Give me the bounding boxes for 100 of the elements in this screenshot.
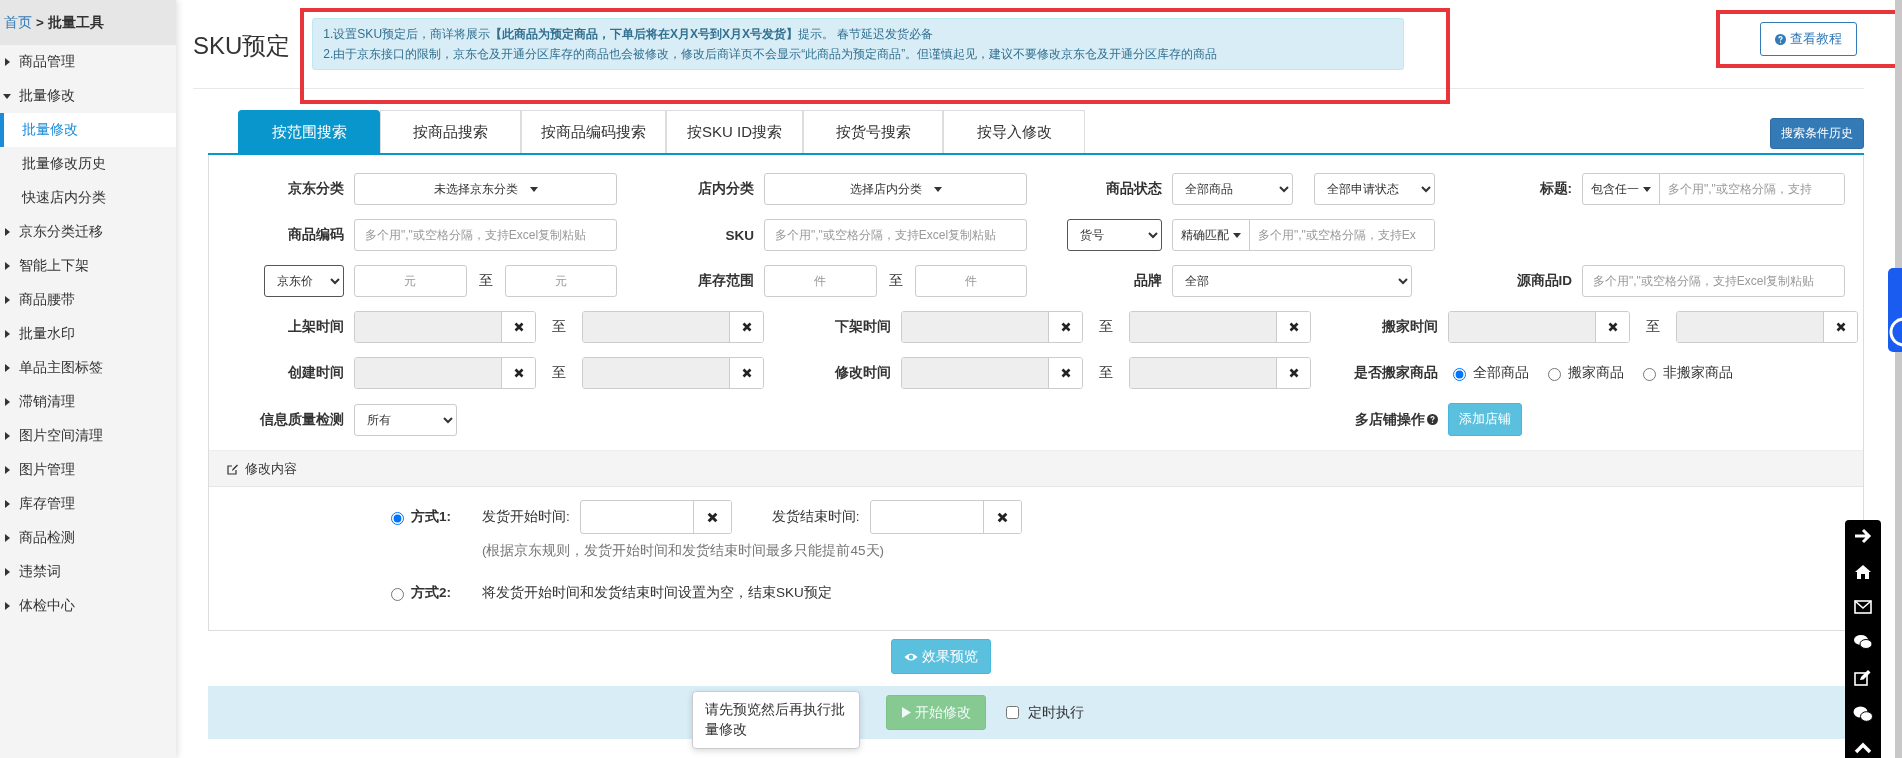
price-select[interactable]: 京东价 <box>264 265 344 297</box>
sidebar-item[interactable]: 违禁词 <box>0 555 176 589</box>
chat-bubbles-icon[interactable] <box>1853 706 1873 722</box>
option-label[interactable]: 非搬家商品 <box>1663 364 1733 382</box>
date-field[interactable] <box>869 500 1022 534</box>
input-field[interactable]: 元 <box>504 265 617 297</box>
date-field[interactable] <box>354 357 536 389</box>
clear-button[interactable] <box>1048 312 1082 342</box>
clear-button[interactable] <box>1276 312 1310 342</box>
date-field[interactable] <box>901 311 1083 343</box>
title-search-field[interactable]: 包含任一 多个用","或空格分隔，支持 <box>1582 173 1845 205</box>
radio-button[interactable] <box>1548 368 1561 381</box>
sidebar-item[interactable]: 单品主图标签 <box>0 351 176 385</box>
search-tab[interactable]: 按SKU ID搜索 <box>666 110 803 153</box>
date-field[interactable] <box>1129 311 1311 343</box>
option-label[interactable]: 全部商品 <box>1473 364 1529 382</box>
radio-button[interactable] <box>1453 368 1466 381</box>
floating-widget[interactable] <box>1888 268 1902 352</box>
date-field[interactable] <box>354 311 536 343</box>
close-icon <box>1060 368 1071 378</box>
field-select[interactable]: 货号 <box>1067 219 1162 251</box>
arrow-right-icon[interactable] <box>1854 528 1872 544</box>
sidebar-item[interactable]: 图片空间清理 <box>0 419 176 453</box>
quality-select[interactable]: 所有 <box>354 403 457 436</box>
search-tab[interactable]: 按商品编码搜索 <box>521 110 666 153</box>
input-field[interactable]: 多个用","或空格分隔，支持Excel复制粘贴 <box>1582 265 1845 297</box>
sidebar-item[interactable]: 批量水印 <box>0 317 176 351</box>
sidebar-subitem[interactable]: 批量修改历史 <box>0 147 176 181</box>
chat-icon[interactable] <box>1853 634 1873 650</box>
tutorial-button[interactable]: 查看教程 <box>1759 22 1857 56</box>
edit-icon[interactable] <box>1854 670 1872 686</box>
field-label: 店内分类 <box>697 180 754 198</box>
item-number-field[interactable]: 精确匹配 多个用","或空格分隔，支持Ex <box>1172 219 1435 251</box>
caret-right-icon <box>3 466 11 474</box>
mail-icon[interactable] <box>1854 600 1872 614</box>
sidebar-item[interactable]: 体检中心 <box>0 589 176 623</box>
option-label[interactable]: 搬家商品 <box>1568 364 1624 382</box>
date-field[interactable] <box>579 500 732 534</box>
date-field[interactable] <box>1129 357 1311 389</box>
input-field[interactable]: 元 <box>354 265 467 297</box>
sidebar-item[interactable]: 商品腰带 <box>0 283 176 317</box>
sidebar-item[interactable]: 库存管理 <box>0 487 176 521</box>
status-select[interactable]: 全部商品 <box>1172 173 1293 205</box>
caret-right-icon <box>3 398 11 406</box>
field-label: 搬家时间 <box>1381 318 1438 336</box>
clear-button[interactable] <box>501 312 535 342</box>
chevron-up-icon[interactable] <box>1854 742 1872 754</box>
clear-button[interactable] <box>1823 312 1857 342</box>
caret-right-icon <box>3 364 11 372</box>
clear-button[interactable] <box>692 501 731 533</box>
search-tab[interactable]: 按货号搜索 <box>803 110 943 153</box>
date-field[interactable] <box>901 357 1083 389</box>
date-field[interactable] <box>1676 311 1858 343</box>
input-field[interactable]: 多个用","或空格分隔，支持Excel复制粘贴 <box>764 219 1027 251</box>
clear-button[interactable] <box>501 358 535 388</box>
field-label: 源商品ID <box>1515 272 1572 290</box>
field-label: 创建时间 <box>287 364 344 382</box>
clear-button[interactable] <box>982 501 1021 533</box>
option-label[interactable]: 方式2: <box>411 584 451 602</box>
clear-button[interactable] <box>1595 312 1629 342</box>
notice-text: 1.设置SKU预定后，商详将展示【此商品为预定商品，下单后将在X月X号到X月X号发货】提示。 春节延迟发货必备 <box>323 26 935 43</box>
input-field[interactable]: 件 <box>764 265 877 297</box>
apply-status-select[interactable]: 全部申请状态 <box>1314 173 1435 205</box>
radio-button[interactable] <box>1643 368 1656 381</box>
breadcrumb-current: 批量工具 <box>47 13 104 32</box>
radio-button[interactable] <box>391 512 404 525</box>
caret-right-icon <box>3 296 11 304</box>
sidebar-item[interactable]: 商品管理 <box>0 45 176 79</box>
checkbox[interactable] <box>1006 706 1019 719</box>
home-icon[interactable] <box>1854 564 1872 580</box>
input-field[interactable]: 多个用","或空格分隔，支持Excel复制粘贴 <box>354 219 617 251</box>
home-link[interactable]: 首页 <box>4 13 32 32</box>
sidebar-item[interactable]: 图片管理 <box>0 453 176 487</box>
brand-select[interactable]: 全部 <box>1172 265 1412 297</box>
sidebar-item[interactable]: 京东分类迁移 <box>0 215 176 249</box>
sidebar-item[interactable]: 滞销清理 <box>0 385 176 419</box>
search-history-button[interactable]: 搜索条件历史 <box>1770 118 1864 149</box>
search-tab[interactable]: 按导入修改 <box>943 110 1085 153</box>
close-icon <box>996 511 1008 523</box>
option-label[interactable]: 方式1: <box>411 508 451 526</box>
clear-button[interactable] <box>729 312 763 342</box>
sidebar-subitem[interactable]: 快速店内分类 <box>0 181 176 215</box>
date-field[interactable] <box>582 357 764 389</box>
field-label: 标题: <box>1538 180 1572 198</box>
input-field[interactable]: 件 <box>914 265 1027 297</box>
clear-button[interactable] <box>1276 358 1310 388</box>
sidebar-item[interactable]: 智能上下架 <box>0 249 176 283</box>
category-dropdown[interactable]: 未选择京东分类 <box>354 173 617 205</box>
category-dropdown[interactable]: 选择店内分类 <box>764 173 1027 205</box>
date-field[interactable] <box>1448 311 1630 343</box>
help-icon <box>1427 414 1438 425</box>
sidebar-subitem[interactable]: 批量修改 <box>0 113 176 147</box>
radio-button[interactable] <box>391 588 404 601</box>
search-tab[interactable]: 按商品搜索 <box>380 110 521 153</box>
clear-button[interactable] <box>729 358 763 388</box>
sidebar-item[interactable]: 商品检测 <box>0 521 176 555</box>
checkbox-label[interactable]: 定时执行 <box>1028 703 1084 722</box>
date-field[interactable] <box>582 311 764 343</box>
clear-button[interactable] <box>1048 358 1082 388</box>
sidebar-item[interactable]: 批量修改 <box>0 79 176 113</box>
